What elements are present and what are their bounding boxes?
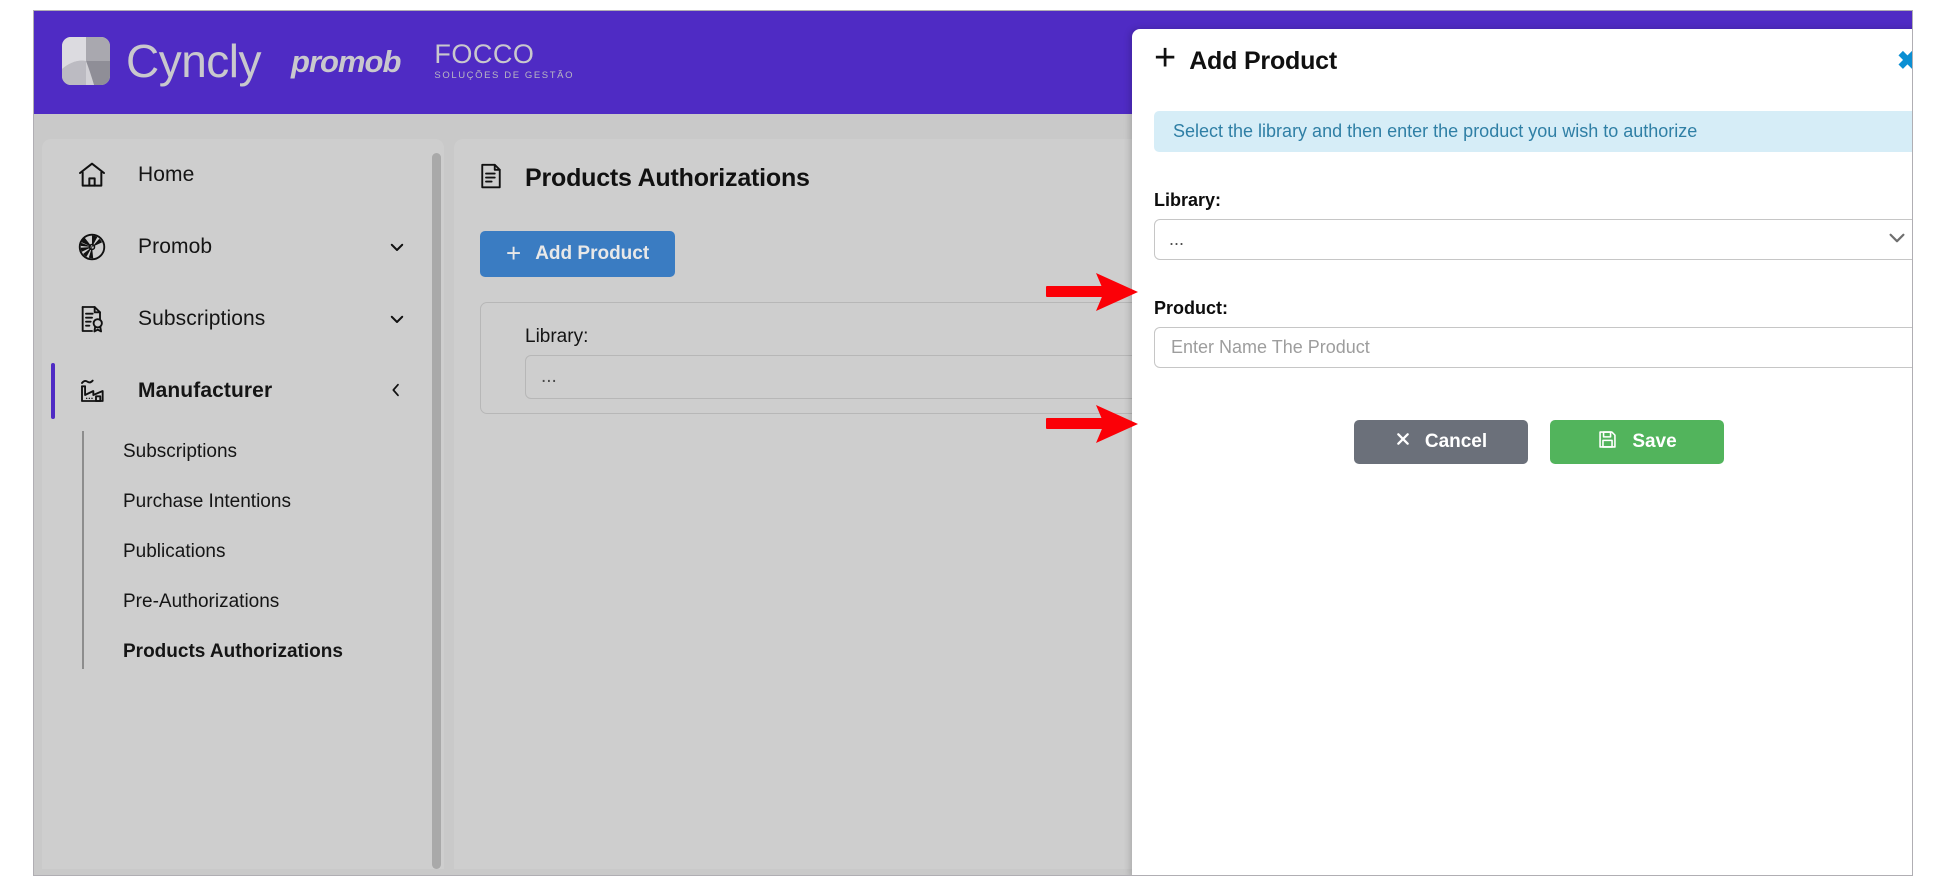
plus-icon: + [1154, 37, 1177, 79]
sidebar-nav: Home Promob Subscriptions Manufacturer S… [42, 139, 444, 869]
sidebar: Home Promob Subscriptions Manufacturer S… [42, 139, 444, 869]
promob-wheel-icon [72, 227, 112, 267]
sidebar-subitem-label: Publications [123, 541, 226, 562]
chevron-down-icon[interactable] [388, 238, 406, 256]
sidebar-subitem-label: Products Authorizations [123, 641, 343, 662]
modal-product-input-wrap[interactable] [1154, 327, 1912, 368]
chevron-down-icon [1886, 226, 1908, 253]
promob-wordmark: promob [291, 43, 401, 79]
sidebar-item-label: Manufacturer [138, 379, 273, 402]
sidebar-item-promob[interactable]: Promob [42, 211, 444, 283]
save-button-label: Save [1632, 431, 1677, 452]
sidebar-item-home[interactable]: Home [42, 139, 444, 211]
home-icon [72, 155, 112, 195]
sidebar-subitem-label: Pre-Authorizations [123, 591, 280, 612]
factory-icon [72, 371, 112, 411]
chevron-left-icon[interactable] [388, 382, 406, 400]
certificate-document-icon [72, 299, 112, 339]
modal-library-field: Library: ... [1154, 190, 1912, 260]
modal-product-input[interactable] [1169, 336, 1907, 359]
sidebar-subitem-label: Subscriptions [123, 441, 238, 462]
sidebar-scrollbar-track[interactable] [430, 139, 444, 869]
sidebar-item-manufacturer[interactable]: Manufacturer [42, 355, 444, 427]
add-product-button[interactable]: + Add Product [480, 231, 676, 277]
sidebar-item-label: Promob [138, 235, 213, 258]
focco-tagline: SOLUÇÕES DE GESTÃO [434, 70, 575, 82]
sidebar-subitem-publications[interactable]: Publications [82, 527, 444, 577]
library-filter-value: ... [541, 366, 557, 387]
close-icon[interactable]: ✖ [1897, 48, 1912, 74]
sidebar-subitem-pre-authorizations[interactable]: Pre-Authorizations [82, 577, 444, 627]
cyncly-wordmark: Cyncly [126, 35, 262, 87]
modal-library-label: Library: [1154, 190, 1222, 210]
modal-product-label: Product: [1154, 298, 1228, 318]
app-root: Cyncly promob FOCCO SOLUÇÕES DE GESTÃO H… [0, 0, 1936, 883]
cyncly-mark-icon [60, 35, 112, 87]
floppy-disk-icon [1597, 429, 1618, 456]
active-indicator-bar [51, 363, 55, 419]
sidebar-subitem-label: Purchase Intentions [123, 491, 291, 512]
sidebar-item-subscriptions[interactable]: Subscriptions [42, 283, 444, 355]
add-product-modal: + Add Product ✖ Select the library and t… [1132, 29, 1912, 875]
sidebar-item-label: Subscriptions [138, 307, 266, 330]
modal-action-buttons: Cancel Save [1132, 420, 1912, 464]
modal-library-value: ... [1169, 229, 1185, 249]
save-button[interactable]: Save [1550, 420, 1724, 464]
sidebar-subitem-purchase-intentions[interactable]: Purchase Intentions [82, 477, 444, 527]
brand-logos: Cyncly promob FOCCO SOLUÇÕES DE GESTÃO [60, 35, 574, 87]
sidebar-scrollbar-thumb[interactable] [432, 153, 441, 869]
sidebar-item-label: Home [138, 163, 195, 186]
add-product-button-label: Add Product [535, 243, 650, 264]
page-title: Products Authorizations [525, 164, 810, 192]
application-window: Cyncly promob FOCCO SOLUÇÕES DE GESTÃO H… [33, 10, 1913, 876]
modal-title: Add Product [1189, 46, 1337, 75]
focco-wordmark: FOCCO [434, 39, 535, 70]
focco-logo: FOCCO SOLUÇÕES DE GESTÃO [434, 41, 574, 81]
sidebar-submenu-manufacturer: Subscriptions Purchase Intentions Public… [42, 427, 444, 677]
modal-info-banner: Select the library and then enter the pr… [1154, 111, 1912, 152]
library-filter-label: Library: [525, 326, 589, 347]
cancel-button[interactable]: Cancel [1354, 420, 1528, 464]
cancel-button-label: Cancel [1424, 431, 1488, 452]
sidebar-subitem-products-authorizations[interactable]: Products Authorizations [82, 627, 444, 677]
sidebar-subitem-subscriptions[interactable]: Subscriptions [82, 427, 444, 477]
x-mark-icon [1395, 431, 1411, 453]
plus-icon: + [506, 238, 522, 268]
chevron-down-icon[interactable] [388, 310, 406, 328]
modal-header: + Add Product ✖ [1132, 29, 1912, 93]
cyncly-logo: Cyncly [60, 35, 262, 87]
modal-product-field: Product: [1154, 298, 1912, 368]
modal-info-text: Select the library and then enter the pr… [1173, 121, 1698, 141]
modal-library-select[interactable]: ... [1154, 219, 1912, 260]
document-lines-icon [476, 161, 506, 196]
